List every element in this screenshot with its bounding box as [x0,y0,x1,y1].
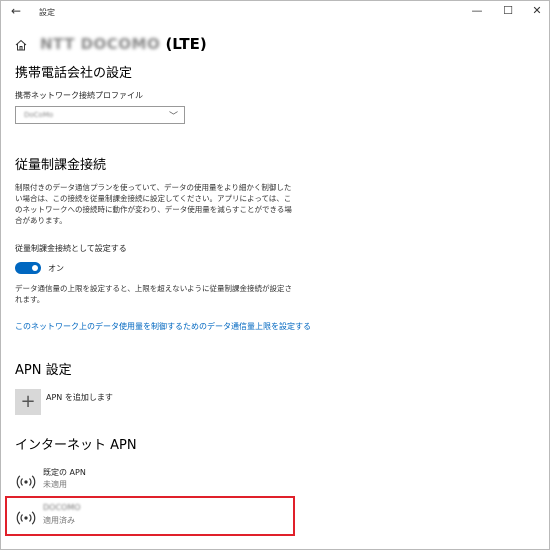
set-data-limit-link[interactable]: このネットワーク上のデータ使用量を制御するためのデータ通信量上限を設定する [15,321,311,332]
internet-apn-heading: インターネット APN [15,438,137,453]
add-apn-label[interactable]: APN を追加します [46,392,113,403]
back-arrow-icon[interactable]: ← [11,5,21,17]
metered-description: 制限付きのデータ通信プランを使っていて、データの使用量をより細かく制御したい場合… [15,183,292,225]
close-button[interactable]: ✕ [527,4,547,17]
data-limit-description: データ通信量の上限を設定すると、上限を超えないように従量制課金接続が設定されます… [15,284,293,304]
apn-settings-heading: APN 設定 [15,363,72,378]
minimize-button[interactable]: — [467,4,487,17]
profile-label: 携帯ネットワーク接続プロファイル [15,91,143,100]
metered-connection-heading: 従量制課金接続 [15,158,107,173]
add-apn-button[interactable]: + [15,389,41,415]
apn-list-item-default[interactable]: 既定の APN 未適用 [15,465,295,499]
cellular-signal-icon [16,475,36,489]
maximize-button[interactable]: ☐ [498,4,518,17]
toggle-knob [32,265,38,271]
highlight-box [5,496,295,536]
metered-toggle-label: 従量制課金接続として設定する [15,244,127,253]
chevron-down-icon: ﹀ [168,112,178,122]
home-icon[interactable] [15,39,27,51]
apn-status: 未適用 [43,480,67,489]
app-title: 設定 [39,8,55,17]
profile-dropdown[interactable]: DoCoMo ﹀ [15,106,185,124]
carrier-settings-heading: 携帯電話会社の設定 [15,66,133,81]
metered-toggle-switch[interactable] [15,262,41,274]
connection-name: NTT DOCOMO [40,35,161,53]
toggle-state-label: オン [48,264,64,273]
title-bar: ← 設定 — ☐ ✕ [1,1,549,23]
profile-dropdown-value: DoCoMo [24,111,54,119]
apn-name: 既定の APN [43,468,86,477]
connection-type: (LTE) [160,35,207,53]
plus-icon: + [20,391,36,412]
page-title: NTT DOCOMO (LTE) [40,35,207,53]
